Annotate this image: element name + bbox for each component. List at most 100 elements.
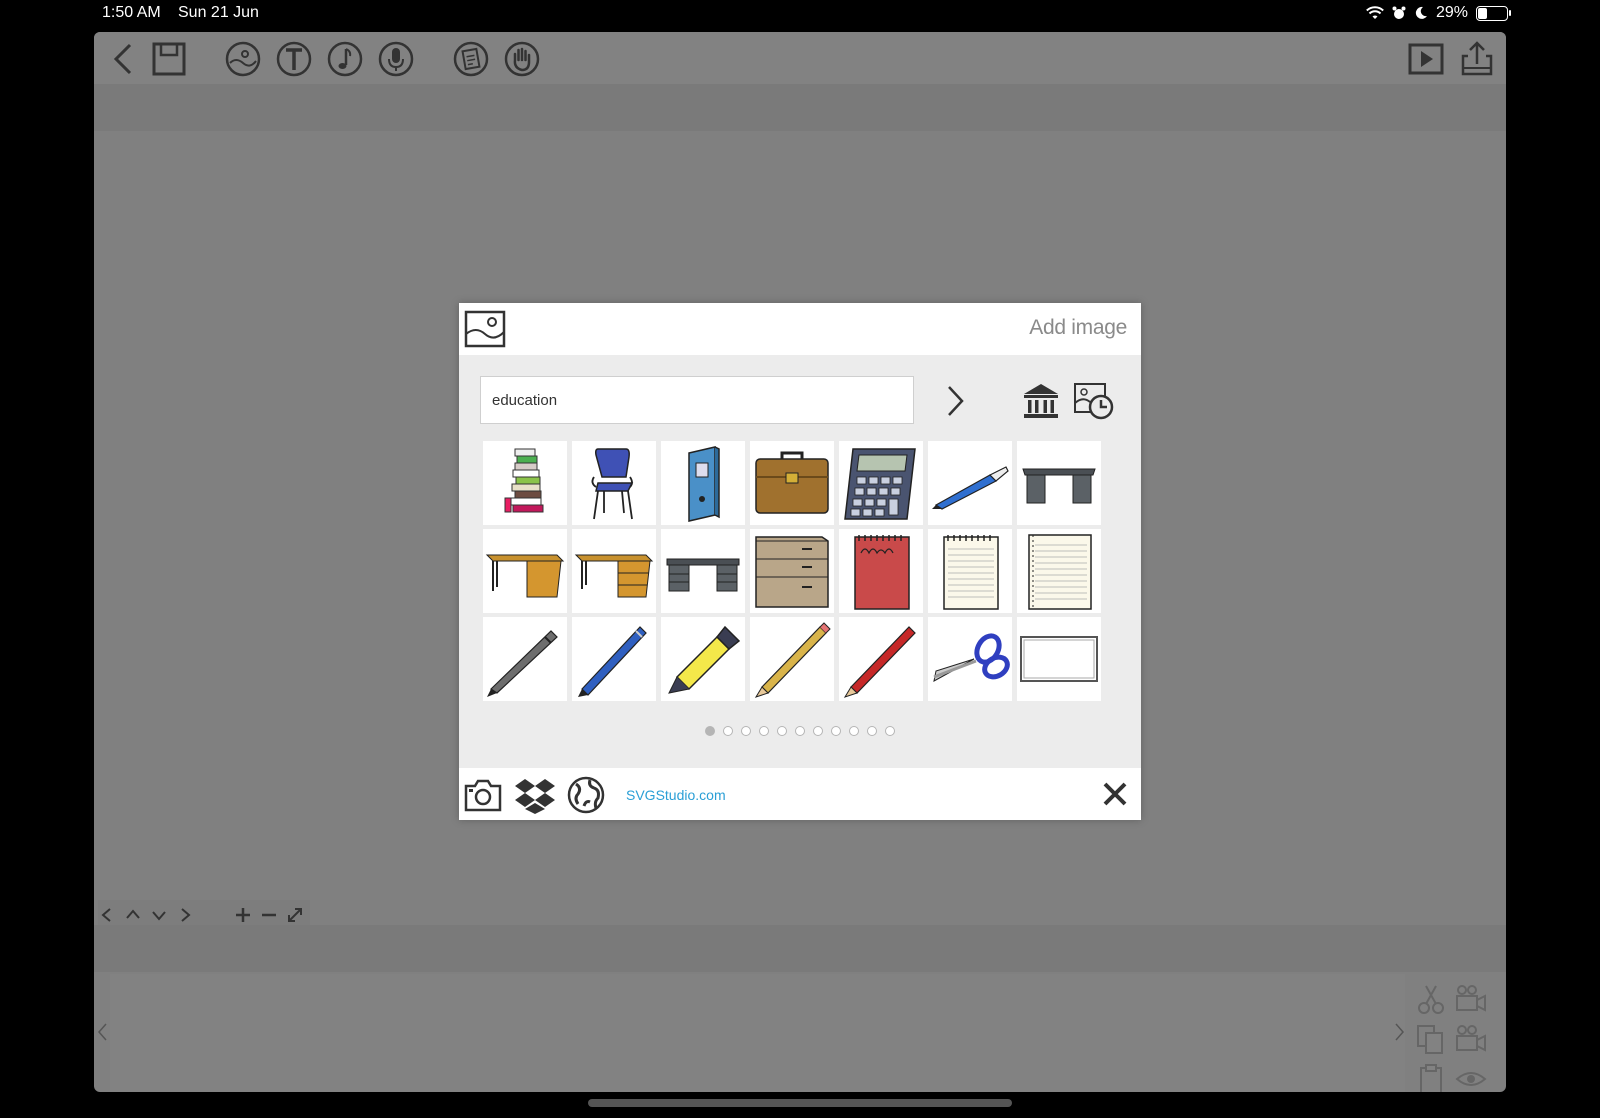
pencil-yellow-image (754, 622, 831, 698)
image-tile-pen[interactable] (928, 441, 1012, 525)
zoom-out-icon[interactable] (260, 906, 278, 924)
image-tile-binder[interactable] (661, 441, 745, 525)
image-tile-lined-notepad[interactable] (928, 529, 1012, 613)
notes-button[interactable] (452, 40, 490, 78)
timeline[interactable] (110, 974, 1405, 1092)
status-indicators: 29% (1366, 4, 1511, 22)
image-tile-notepad[interactable] (839, 529, 923, 613)
web-globe-icon[interactable] (566, 776, 606, 814)
image-tile-calculator[interactable] (839, 441, 923, 525)
pen-image (932, 466, 1009, 510)
video-duplicate-icon[interactable] (1454, 1022, 1488, 1056)
share-button[interactable] (1458, 40, 1496, 78)
calculator-image (844, 448, 916, 520)
battery-percent: 29% (1435, 4, 1468, 21)
search-input[interactable] (480, 376, 914, 424)
pagination-dots (459, 726, 1141, 736)
save-button[interactable] (150, 40, 188, 78)
image-tile-filing-cabinet[interactable] (750, 529, 834, 613)
chair-image (591, 448, 634, 520)
search-go-icon[interactable] (937, 383, 973, 419)
music-icon (327, 41, 363, 77)
share-icon (1461, 41, 1493, 76)
copy-icon[interactable] (1414, 1022, 1448, 1056)
ballpoint-pen-grey-image (487, 630, 558, 697)
dialog-title: Add image (1029, 316, 1127, 339)
pencil-red-image (843, 626, 916, 698)
play-button[interactable] (1407, 40, 1445, 78)
page-dot[interactable] (813, 726, 823, 736)
image-tile-ballpoint-pen-blue[interactable] (572, 617, 656, 701)
timeline-band (94, 925, 1506, 972)
desk-wood-drawers-image (574, 554, 654, 598)
status-date: Sun 21 Jun (178, 4, 259, 21)
dialog-footer: SVGStudio.com (459, 768, 1141, 820)
moon-icon (1415, 6, 1427, 19)
hand-button[interactable] (503, 40, 541, 78)
image-tile-books-stack[interactable] (483, 441, 567, 525)
page-dot[interactable] (759, 726, 769, 736)
notepad-image (854, 535, 910, 610)
image-tile-pencil-red[interactable] (839, 617, 923, 701)
image-tile-whiteboard[interactable] (1017, 617, 1101, 701)
library-icon[interactable] (1021, 381, 1061, 421)
image-tile-desk-wood-drawers[interactable] (572, 529, 656, 613)
back-button[interactable] (106, 40, 144, 78)
page-dot[interactable] (867, 726, 877, 736)
chevron-right-icon[interactable] (176, 906, 194, 924)
books-stack-image (504, 448, 544, 513)
add-image-dialog: Add image education SVGStudio.com (459, 303, 1141, 820)
page-dot[interactable] (849, 726, 859, 736)
chevron-up-icon[interactable] (124, 906, 142, 924)
status-time: 1:50 AM (102, 4, 161, 21)
image-tile-pencil-yellow[interactable] (750, 617, 834, 701)
image-tile-ballpoint-pen-grey[interactable] (483, 617, 567, 701)
timeline-left-icon[interactable] (96, 1022, 108, 1042)
video-check-icon[interactable] (1454, 982, 1488, 1016)
image-tile-scissors[interactable] (928, 617, 1012, 701)
microphone-icon (378, 41, 414, 77)
close-icon[interactable] (1099, 778, 1131, 810)
text-button[interactable] (275, 40, 313, 78)
background-image-icon (225, 41, 261, 77)
cut-icon[interactable] (1414, 982, 1448, 1016)
back-icon (113, 43, 132, 75)
page-dot[interactable] (723, 726, 733, 736)
image-tile-desk-wood[interactable] (483, 529, 567, 613)
save-icon (152, 42, 186, 76)
scissors-image (933, 633, 1010, 682)
chevron-left-icon[interactable] (98, 906, 116, 924)
dropbox-icon[interactable] (515, 776, 555, 814)
image-tile-desk-grey-drawers[interactable] (661, 529, 745, 613)
background-image-button[interactable] (224, 40, 262, 78)
lined-notepad-image (943, 535, 999, 610)
svgstudio-link[interactable]: SVGStudio.com (626, 787, 726, 803)
fit-screen-icon[interactable] (286, 906, 304, 924)
page-dot[interactable] (741, 726, 751, 736)
timeline-right-icon[interactable] (1394, 1022, 1406, 1042)
image-tile-briefcase[interactable] (750, 441, 834, 525)
record-button[interactable] (377, 40, 415, 78)
page-dot[interactable] (885, 726, 895, 736)
eye-icon[interactable] (1454, 1062, 1488, 1092)
zoom-in-icon[interactable] (234, 906, 252, 924)
page-dot[interactable] (831, 726, 841, 736)
desk-grey-drawers-image (666, 558, 740, 592)
page-dot[interactable] (795, 726, 805, 736)
chevron-down-icon[interactable] (150, 906, 168, 924)
image-tile-highlighter[interactable] (661, 617, 745, 701)
paste-icon[interactable] (1414, 1062, 1448, 1092)
page-dot[interactable] (705, 726, 715, 736)
hand-icon (504, 41, 540, 77)
image-tile-desk-grey[interactable] (1017, 441, 1101, 525)
recent-images-icon[interactable] (1073, 381, 1115, 421)
alarm-icon (1392, 6, 1406, 19)
image-tile-lined-paper[interactable] (1017, 529, 1101, 613)
desk-grey-image (1022, 468, 1096, 504)
music-button[interactable] (326, 40, 364, 78)
camera-icon[interactable] (463, 776, 503, 814)
whiteboard-image (1020, 636, 1098, 682)
image-tile-chair[interactable] (572, 441, 656, 525)
highlighter-image (668, 625, 741, 694)
page-dot[interactable] (777, 726, 787, 736)
